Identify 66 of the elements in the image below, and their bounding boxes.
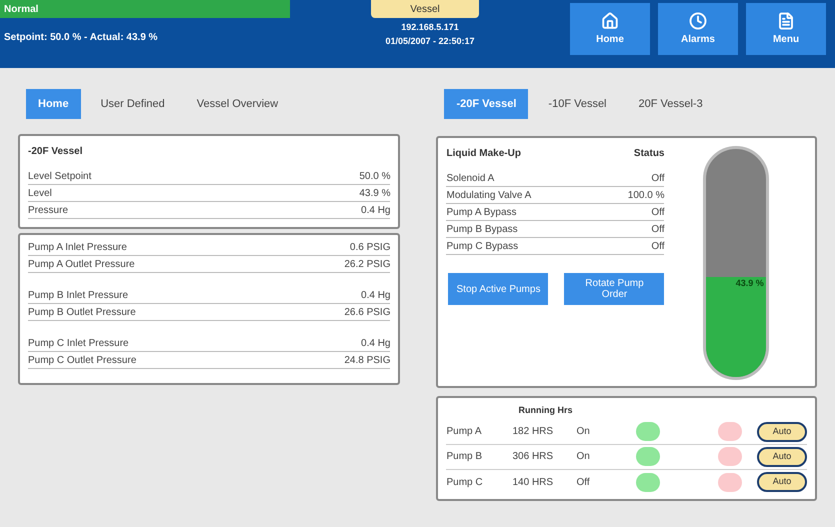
ip-address: 192.168.5.171 bbox=[401, 21, 459, 34]
row-value: 24.8 PSIG bbox=[344, 354, 390, 368]
row-label: Pump A Inlet Pressure bbox=[28, 240, 127, 254]
pump-state: Off bbox=[576, 476, 591, 490]
row-label: Solenoid A bbox=[446, 172, 494, 186]
status-banner: Normal bbox=[0, 0, 290, 18]
auto-button[interactable]: Auto bbox=[757, 472, 807, 492]
stop-button[interactable] bbox=[718, 447, 742, 466]
row-value: Off bbox=[651, 172, 664, 186]
stop-button[interactable] bbox=[718, 472, 742, 492]
document-icon bbox=[777, 12, 795, 30]
pump-name: Pump C bbox=[446, 476, 484, 490]
row-label: Pump B Inlet Pressure bbox=[28, 288, 128, 302]
start-button[interactable] bbox=[636, 447, 660, 466]
pump-state: On bbox=[576, 450, 591, 464]
row-value: 0.4 Hg bbox=[361, 288, 390, 302]
nav-button[interactable]: Home bbox=[570, 3, 650, 55]
home-icon bbox=[601, 12, 619, 30]
panel-title: -20F Vessel bbox=[28, 145, 84, 159]
row-value: Off bbox=[651, 240, 664, 254]
panel-title: Liquid Make-Up bbox=[446, 147, 521, 161]
row-value: 43.9 % bbox=[359, 186, 390, 200]
auto-button[interactable]: Auto bbox=[757, 446, 807, 466]
tab[interactable]: User Defined bbox=[88, 89, 177, 119]
row-label: Pump C Inlet Pressure bbox=[28, 336, 129, 350]
column-heading: Status bbox=[634, 147, 664, 161]
row-label: Pump C Bypass bbox=[446, 240, 518, 254]
pump-name: Pump A bbox=[446, 425, 483, 439]
tab[interactable]: -10F Vessel bbox=[536, 89, 619, 119]
window-title: Vessel bbox=[371, 0, 479, 18]
row-value: 26.2 PSIG bbox=[344, 258, 390, 272]
clock-icon bbox=[689, 12, 707, 30]
pump-name: Pump B bbox=[446, 450, 484, 464]
row-value: 0.6 PSIG bbox=[350, 240, 390, 254]
row-label: Pump B Bypass bbox=[446, 222, 518, 236]
setpoint-summary: Setpoint: 50.0 % - Actual: 43.9 % bbox=[3, 31, 159, 45]
running-hours: 182 HRS bbox=[512, 425, 554, 439]
running-hours: 140 HRS bbox=[512, 476, 554, 490]
start-button[interactable] bbox=[636, 472, 660, 492]
row-value: 0.4 Hg bbox=[361, 204, 390, 218]
running-hours: 306 HRS bbox=[512, 450, 554, 464]
date-time: 01/05/2007 - 22:50:17 bbox=[385, 34, 475, 48]
row-label: Pump A Outlet Pressure bbox=[28, 258, 135, 272]
row-value: 50.0 % bbox=[359, 170, 390, 184]
row-label: Pump C Outlet Pressure bbox=[28, 354, 136, 368]
row-value: 0.4 Hg bbox=[361, 336, 390, 350]
row-value: Off bbox=[651, 222, 664, 236]
row-value: 26.6 PSIG bbox=[344, 306, 390, 320]
row-label: Modulating Valve A bbox=[446, 188, 532, 202]
column-heading: Running Hrs bbox=[518, 404, 574, 417]
row-value: 100.0 % bbox=[628, 188, 664, 202]
row-label: Pump A Bypass bbox=[446, 206, 517, 220]
start-button[interactable] bbox=[636, 422, 660, 441]
row-label: Pump B Outlet Pressure bbox=[28, 306, 136, 320]
tab[interactable]: Vessel Overview bbox=[184, 89, 290, 119]
tank-reading: 43.9 % bbox=[736, 277, 764, 290]
stop-button[interactable] bbox=[718, 422, 742, 441]
row-label: Level bbox=[28, 186, 52, 200]
nav-button[interactable]: Menu bbox=[746, 3, 826, 55]
row-value: Off bbox=[651, 206, 664, 220]
nav-button[interactable]: Alarms bbox=[658, 3, 738, 55]
tab[interactable]: 20F Vessel-3 bbox=[626, 89, 715, 119]
pump-state: On bbox=[576, 425, 591, 439]
row-label: Pressure bbox=[28, 204, 68, 218]
row-label: Level Setpoint bbox=[28, 170, 92, 184]
auto-button[interactable]: Auto bbox=[757, 422, 807, 442]
